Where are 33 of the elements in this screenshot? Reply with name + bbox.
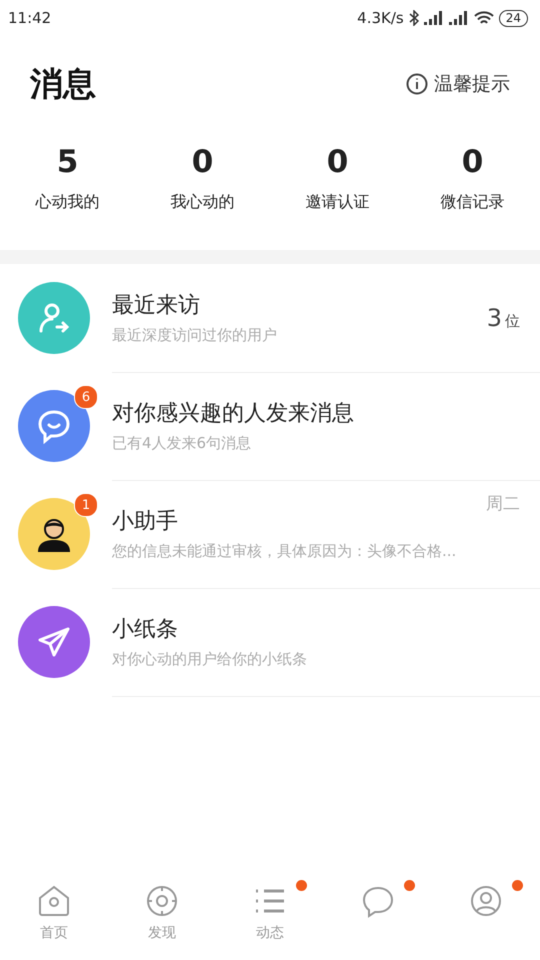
page-title: 消息 [30, 62, 96, 104]
chat-bubble-icon [361, 884, 395, 918]
message-time: 周二 [486, 493, 520, 515]
tips-button[interactable]: 温馨提示 [406, 71, 510, 97]
stat-button[interactable]: 0 微信记录 [405, 144, 540, 213]
clock: 11:42 [8, 9, 52, 27]
home-icon [37, 884, 71, 918]
message-preview: 已有4人发来6句消息 [112, 434, 252, 453]
wifi-icon [474, 10, 494, 26]
stat-button[interactable]: 5 心动我的 [0, 144, 135, 213]
unread-badge: 6 [74, 385, 98, 409]
signal-icon [448, 11, 469, 25]
message-title: 小纸条 [112, 616, 178, 644]
battery-indicator: 24 [498, 10, 528, 26]
message-title: 对你感兴趣的人发来消息 [112, 400, 354, 428]
message-title: 最近来访 [112, 292, 200, 320]
message-preview: 对你心动的用户给你的小纸条 [112, 650, 308, 669]
message-title: 小助手 [112, 508, 178, 536]
message-preview: 最近深度访问过你的用户 [112, 326, 278, 345]
count-unit: 位 [505, 312, 520, 330]
signal-icon [424, 11, 444, 25]
unread-badge: 1 [74, 493, 98, 517]
visitor-count: 3 [486, 304, 502, 332]
network-speed: 4.3K/s [357, 9, 404, 27]
stat-button[interactable]: 0 我心动的 [135, 144, 270, 213]
message-preview: 您的信息未能通过审核，具体原因为：头像不合格... [112, 542, 458, 561]
user-icon [469, 884, 503, 918]
bluetooth-icon [408, 10, 419, 26]
info-icon [406, 73, 428, 95]
stat-button[interactable]: 0 邀请认证 [270, 144, 405, 213]
chat-bubble-icon [36, 408, 72, 444]
user-arrow-icon [37, 301, 71, 335]
target-icon [145, 884, 179, 918]
